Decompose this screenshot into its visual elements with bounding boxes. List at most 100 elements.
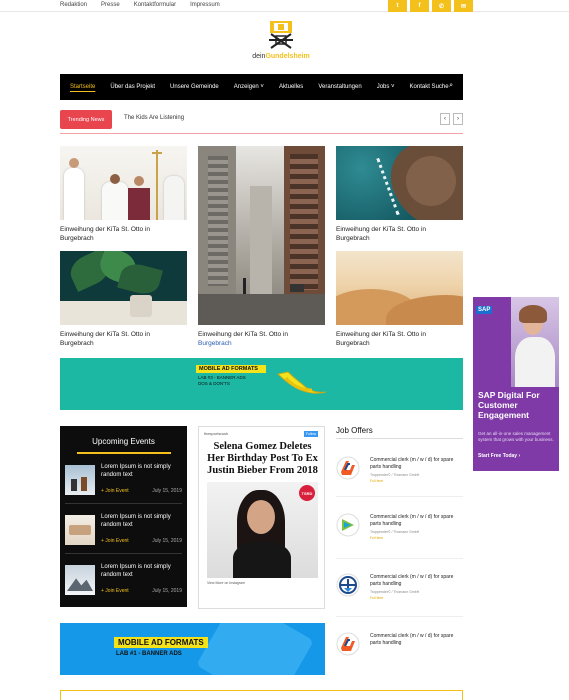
- event-date: July 15, 2019: [152, 588, 182, 594]
- event-item[interactable]: Lorem Ipsum is not simply random text + …: [65, 511, 182, 550]
- search-icon[interactable]: ⌕: [449, 82, 453, 90]
- company-logo-icon: [336, 456, 360, 480]
- divider: [336, 496, 463, 497]
- sap-logo: SAP: [476, 306, 493, 314]
- follow-button[interactable]: Follow: [303, 431, 318, 437]
- nav-item-jobs[interactable]: Jobs ˅: [377, 84, 395, 90]
- post-headline: Selena Gomez Deletes Her Birthday Post T…: [207, 441, 318, 477]
- trending-headline[interactable]: The Kids Are Listening: [124, 115, 184, 121]
- upcoming-events: Upcoming Events Lorem Ipsum is not simpl…: [60, 426, 187, 607]
- nav-item-kontakt-suche[interactable]: Kontakt Suche: [410, 84, 449, 90]
- post-badge: TSRD: [299, 485, 315, 501]
- ad-subtitle: LAB #1 - BANNER ADS: [116, 651, 182, 657]
- top-bar: Redaktion Presse Kontaktformular Impress…: [0, 0, 569, 12]
- divider: [60, 133, 463, 134]
- news-image-desert[interactable]: [336, 251, 463, 325]
- job-offers-title: Job Offers: [336, 426, 373, 435]
- trending-bar: Trending News The Kids Are Listening ‹ ›: [60, 110, 463, 130]
- divider: [336, 438, 463, 439]
- twitter-icon[interactable]: t: [388, 0, 407, 12]
- job-item[interactable]: Commercial clerk (m / w / d) for spare p…: [336, 456, 463, 508]
- news-card[interactable]: Einweihung der KiTa St. Otto in Burgebra…: [336, 146, 463, 244]
- news-card[interactable]: Einweihung der KiTa St. Otto in Burgebra…: [336, 251, 463, 349]
- event-thumbnail: [65, 465, 95, 495]
- trending-badge: Trending News: [60, 110, 112, 129]
- ad-banner-mobile-formats[interactable]: MOBILE AD FORMATS LAB #3 - BANNER ADS DOS…: [60, 358, 463, 410]
- instagram-post[interactable]: thesportsrush Follow Selena Gomez Delete…: [198, 426, 325, 609]
- top-link-impressum[interactable]: Impressum: [190, 2, 220, 8]
- job-title[interactable]: Commercial clerk (m / w / d) for spare p…: [370, 457, 460, 471]
- job-title[interactable]: Commercial clerk (m / w / d) for spare p…: [370, 633, 460, 647]
- news-caption[interactable]: Einweihung der KiTa St. Otto in Burgebra…: [60, 331, 170, 349]
- nav-item-über-das-projekt[interactable]: Über das Projekt: [110, 84, 155, 90]
- phone-icon[interactable]: ✆: [432, 0, 451, 12]
- job-company: Troppender© / Thomann GmbH: [370, 473, 420, 477]
- event-thumbnail: [65, 515, 95, 545]
- nav-item-startseite[interactable]: Startseite: [70, 84, 95, 90]
- job-item[interactable]: Commercial clerk (m / w / d) for spare p…: [336, 573, 463, 625]
- company-logo-icon: [336, 573, 360, 597]
- post-handle: thesportsrush: [204, 431, 229, 436]
- event-date: July 15, 2019: [152, 538, 182, 544]
- nav-item-anzeigen[interactable]: Anzeigen ˅: [234, 84, 264, 90]
- ad-body: Get an all-in-one sales management syste…: [478, 431, 554, 443]
- ad-cta-link[interactable]: Start Free Today ›: [478, 453, 520, 459]
- top-link-redaktion[interactable]: Redaktion: [60, 2, 87, 8]
- event-title: Lorem Ipsum is not simply random text: [101, 464, 171, 478]
- logo-text: deinGundelsheim: [252, 53, 310, 60]
- facebook-icon[interactable]: f: [410, 0, 429, 12]
- chevron-left-icon[interactable]: ‹: [440, 113, 450, 125]
- event-date: July 15, 2019: [152, 488, 182, 494]
- sap-side-ad[interactable]: SAP SAP Digital For Customer Engagement …: [473, 297, 559, 471]
- trending-arrows: ‹ ›: [440, 113, 463, 125]
- job-title[interactable]: Commercial clerk (m / w / d) for spare p…: [370, 574, 460, 588]
- join-event-link[interactable]: + Join Event: [101, 538, 129, 544]
- news-caption[interactable]: Einweihung der KiTa St. Otto in Burgebra…: [60, 226, 170, 244]
- divider: [65, 553, 182, 554]
- divider: [65, 503, 182, 504]
- news-card[interactable]: Einweihung der KiTa St. Otto in Burgebra…: [60, 251, 187, 349]
- news-card[interactable]: Einweihung der KiTa St. Otto in Burgebra…: [198, 146, 325, 349]
- event-item[interactable]: Lorem Ipsum is not simply random text + …: [65, 561, 182, 600]
- job-company: Troppender© / Thomann GmbH: [370, 530, 420, 534]
- mail-icon[interactable]: ✉: [454, 0, 473, 12]
- job-item[interactable]: Commercial clerk (m / w / d) for spare p…: [336, 632, 463, 684]
- ad-headline: SAP Digital For Customer Engagement: [478, 390, 540, 420]
- top-link-kontaktformular[interactable]: Kontaktformular: [134, 2, 176, 8]
- site-logo[interactable]: deinGundelsheim: [231, 20, 331, 70]
- chevron-right-icon[interactable]: ›: [453, 113, 463, 125]
- news-caption[interactable]: Einweihung der KiTa St. Otto in Burgebra…: [336, 331, 446, 349]
- divider: [336, 616, 463, 617]
- event-thumbnail: [65, 565, 95, 595]
- join-event-link[interactable]: + Join Event: [101, 588, 129, 594]
- news-card[interactable]: Einweihung der KiTa St. Otto in Burgebra…: [60, 146, 187, 244]
- ad-photo: [511, 297, 559, 387]
- event-item[interactable]: Lorem Ipsum is not simply random text + …: [65, 461, 182, 500]
- post-photo: TSRD: [207, 482, 318, 578]
- bottom-frame: [60, 690, 463, 700]
- join-event-link[interactable]: + Join Event: [101, 488, 129, 494]
- news-image-coast[interactable]: [336, 146, 463, 220]
- news-image-ceremony[interactable]: [60, 146, 187, 220]
- top-link-presse[interactable]: Presse: [101, 2, 120, 8]
- news-caption[interactable]: Einweihung der KiTa St. Otto in Burgebra…: [198, 331, 308, 349]
- job-title[interactable]: Commercial clerk (m / w / d) for spare p…: [370, 514, 460, 528]
- banana-icon: [272, 368, 332, 400]
- nav-item-aktuelles[interactable]: Aktuelles: [279, 84, 303, 90]
- phone-graphic: [196, 623, 314, 675]
- divider: [336, 558, 463, 559]
- nav-item-veranstaltungen[interactable]: Veranstaltungen: [318, 84, 361, 90]
- ad-title: MOBILE AD FORMATS: [114, 637, 208, 648]
- post-footer[interactable]: View More on Instagram: [207, 581, 318, 586]
- news-image-plant[interactable]: [60, 251, 187, 325]
- nav-item-unsere-gemeinde[interactable]: Unsere Gemeinde: [170, 84, 219, 90]
- news-image-street[interactable]: [198, 146, 325, 325]
- ad-subtitle: LAB #3 - BANNER ADS DOS & DON'TS: [198, 375, 246, 386]
- company-logo-icon: [336, 632, 360, 656]
- news-caption[interactable]: Einweihung der KiTa St. Otto in Burgebra…: [336, 226, 446, 244]
- ad-banner-mobile-formats-2[interactable]: MOBILE AD FORMATS LAB #1 - BANNER ADS: [60, 623, 325, 675]
- job-company: Troppender© / Thomann GmbH: [370, 590, 420, 594]
- events-underline: [76, 452, 171, 454]
- social-links: t f ✆ ✉: [388, 0, 473, 12]
- event-title: Lorem Ipsum is not simply random text: [101, 564, 171, 578]
